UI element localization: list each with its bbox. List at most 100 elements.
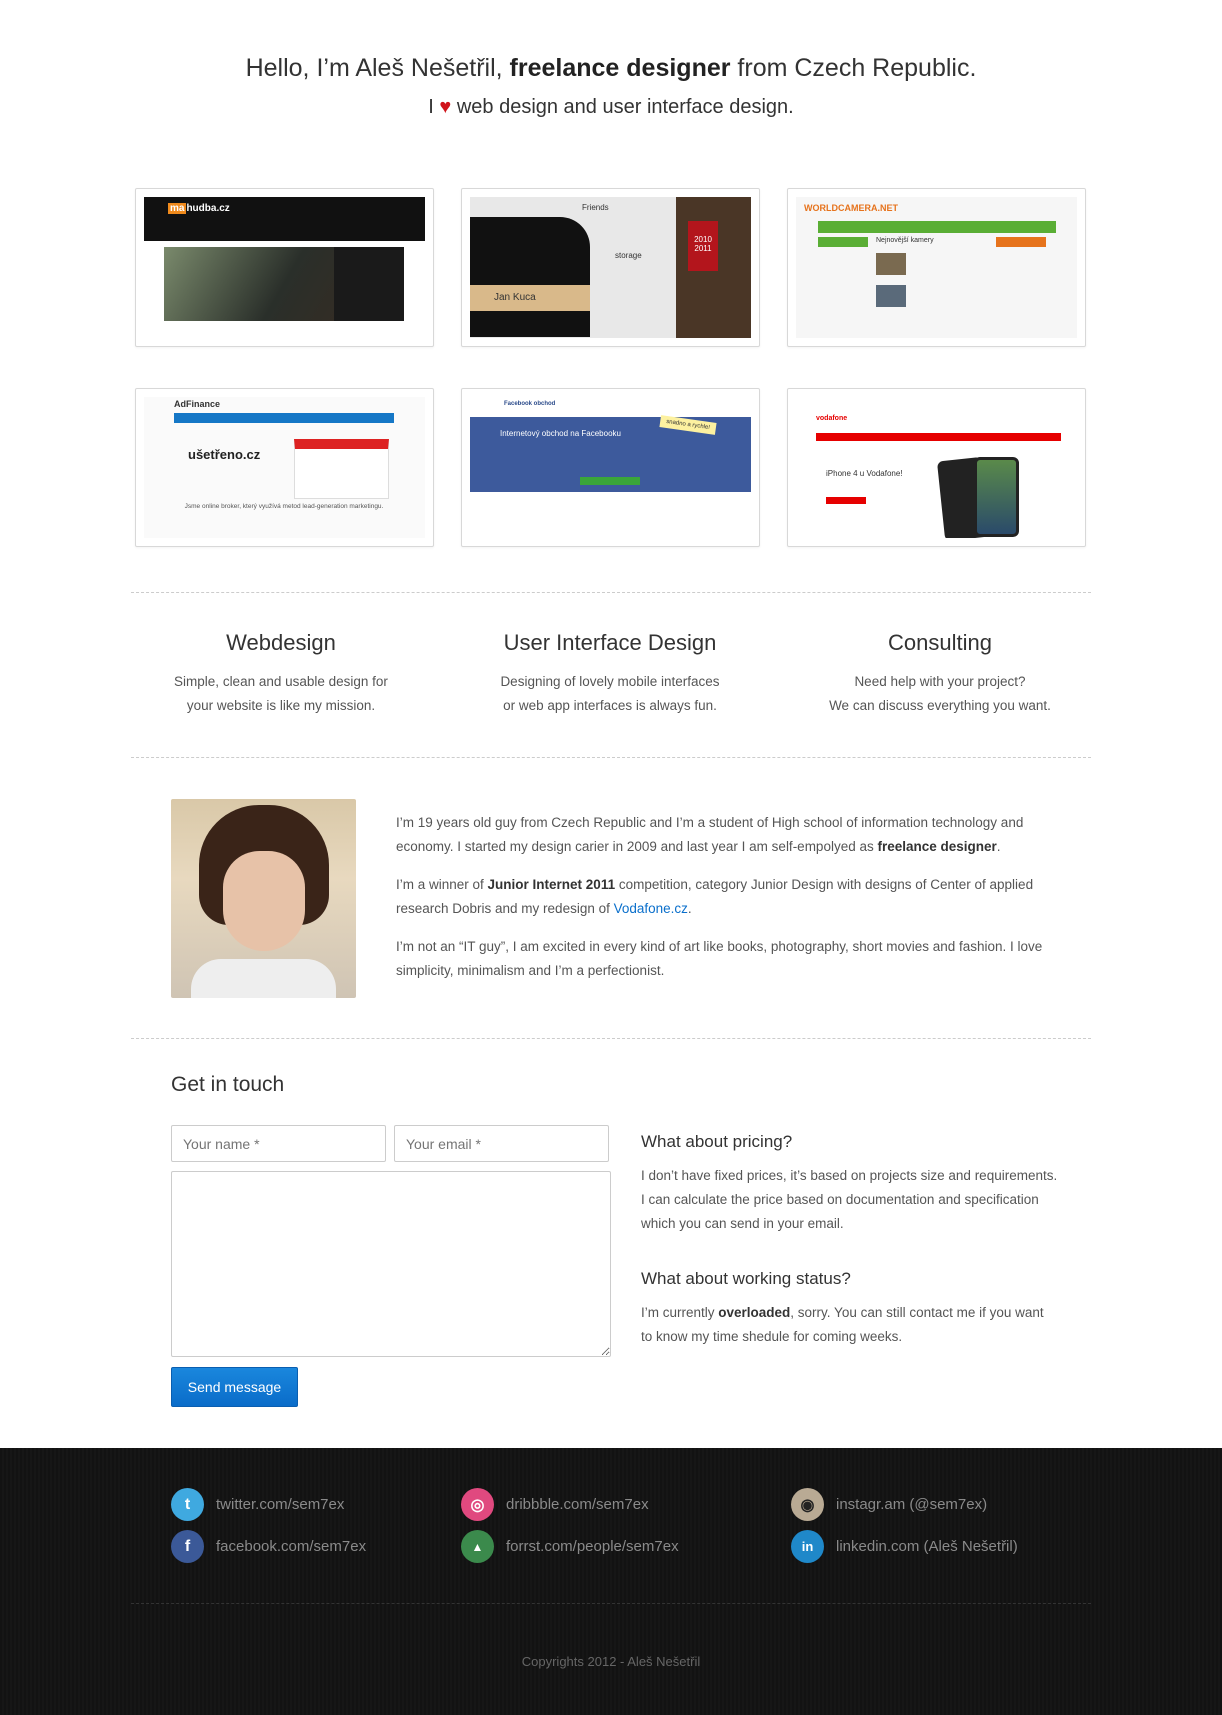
shot-nav <box>816 433 1061 441</box>
service-text: Designing of lovely mobile interfaces <box>500 674 720 689</box>
about-bold: Junior Internet 2011 <box>487 877 616 892</box>
shot-logo: AdFinance <box>174 399 221 409</box>
forrst-link[interactable]: ▲ forrst.com/people/sem7ex <box>461 1530 679 1563</box>
shot-tagline: Jsme online broker, který využívá metod … <box>184 503 384 510</box>
shot-sidebar <box>334 247 404 321</box>
social-label: dribbble.com/sem7ex <box>506 1496 649 1513</box>
instagram-icon: ◉ <box>791 1488 824 1521</box>
shot-nav <box>174 413 394 423</box>
service-text: Simple, clean and usable design for <box>174 674 388 689</box>
dribbble-link[interactable]: ◎ dribbble.com/sem7ex <box>461 1488 649 1521</box>
pricing-text: which you can send in your email. <box>641 1216 844 1231</box>
portfolio-item-worldcamera[interactable]: WORLDCAMERA.NET Nejnovější kamery <box>787 188 1086 347</box>
subtitle-i: I <box>428 96 440 118</box>
status-span: I’m currently <box>641 1305 719 1320</box>
shot-caption: Jan Kuca <box>470 285 590 311</box>
portfolio-item-adfinance[interactable]: AdFinance ušetřeno.cz Jsme online broker… <box>135 388 434 547</box>
shot-nav <box>818 221 1056 233</box>
social-label: forrst.com/people/sem7ex <box>506 1538 679 1555</box>
shot-button <box>826 497 866 504</box>
hero-title: Hello, I’m Aleš Nešetřil, freelance desi… <box>0 54 1222 83</box>
shot-heading: Nejnovější kamery <box>876 237 934 244</box>
divider <box>131 1038 1091 1039</box>
portfolio-item-vodafone[interactable]: vodafone iPhone 4 u Vodafone! <box>787 388 1086 547</box>
shot-year-ribbon: 2010 2011 <box>688 221 718 271</box>
shot-photo <box>876 253 906 275</box>
shot-logo: Facebook obchod <box>504 401 556 407</box>
twitter-icon: t <box>171 1488 204 1521</box>
about-text-span: . <box>996 839 1001 854</box>
facebook-link[interactable]: f facebook.com/sem7ex <box>171 1530 366 1563</box>
subtitle-text: web design and user interface design. <box>451 96 794 118</box>
vodafone-link[interactable]: Vodafone.cz <box>614 901 688 916</box>
hero-subtitle: I ♥ web design and user interface design… <box>0 96 1222 119</box>
shot-photo <box>876 285 906 307</box>
service-text: or web app interfaces is always fun. <box>503 698 717 713</box>
service-webdesign: Webdesign Simple, clean and usable design… <box>121 630 441 718</box>
shot-phone <box>470 217 590 337</box>
hero-text: Hello, I’m Aleš Nešetřil, <box>245 54 510 82</box>
footer: t twitter.com/sem7ex ◎ dribbble.com/sem7ex… <box>0 1448 1222 1715</box>
heart-icon: ♥ <box>439 96 452 118</box>
name-input[interactable] <box>171 1125 386 1162</box>
service-text: your website is like my mission. <box>186 698 376 713</box>
copyright: Copyrights 2012 - Aleš Nešetřil <box>521 1654 701 1669</box>
dribbble-icon: ◎ <box>461 1488 494 1521</box>
social-label: instagr.am (@sem7ex) <box>836 1496 988 1513</box>
portfolio-item-facebook-shop[interactable]: Facebook obchod Internetový obchod na Fa… <box>461 388 760 547</box>
service-title: Consulting <box>888 630 992 655</box>
email-input[interactable] <box>394 1125 609 1162</box>
photo-shirt <box>191 959 336 998</box>
instagram-link[interactable]: ◉ instagr.am (@sem7ex) <box>791 1488 987 1521</box>
pricing-title: What about pricing? <box>641 1132 793 1151</box>
about-text: I’m 19 years old guy from Czech Republic… <box>396 811 1056 997</box>
status-text: I’m currently overloaded, sorry. You can… <box>641 1301 1061 1325</box>
hero-bold: freelance designer <box>509 54 731 82</box>
shot-button <box>580 477 640 485</box>
about-text-span: . <box>687 901 692 916</box>
forrst-icon: ▲ <box>461 1530 494 1563</box>
about-paragraph: I’m 19 years old guy from Czech Republic… <box>396 811 1056 859</box>
pricing-section: What about pricing? I don’t have fixed p… <box>641 1132 1061 1236</box>
shot-box <box>996 237 1046 247</box>
shot-preview <box>294 439 389 499</box>
photo-face <box>223 851 305 951</box>
service-text: We can discuss everything you want. <box>829 698 1051 713</box>
about-paragraph: I’m not an “IT guy”, I am excited in eve… <box>396 939 1043 978</box>
shot-logo-ma: ma <box>168 203 187 214</box>
facebook-icon: f <box>171 1530 204 1563</box>
profile-photo <box>171 799 356 998</box>
status-section: What about working status? I’m currently… <box>641 1269 1061 1349</box>
linkedin-icon: in <box>791 1530 824 1563</box>
service-title: User Interface Design <box>503 630 717 655</box>
shot-logo: vodafone <box>816 415 848 422</box>
divider <box>131 592 1091 593</box>
linkedin-link[interactable]: in linkedin.com (Aleš Nešetřil) <box>791 1530 1018 1563</box>
status-text: to know my time shedule for coming weeks… <box>641 1329 903 1344</box>
service-ui-design: User Interface Design Designing of lovely… <box>450 630 770 718</box>
shot-logo: ma hudba.cz <box>168 203 230 214</box>
service-text: Need help with your project? <box>854 674 1026 689</box>
hero-text-end: from Czech Republic. <box>730 54 977 82</box>
shot-brand: ušetřeno.cz <box>188 447 261 462</box>
divider <box>131 757 1091 758</box>
send-message-button[interactable]: Send message <box>171 1367 298 1407</box>
shot-side <box>818 237 868 247</box>
status-title: What about working status? <box>641 1269 851 1288</box>
contact-title: Get in touch <box>171 1073 285 1096</box>
message-textarea[interactable] <box>171 1171 611 1357</box>
social-label: facebook.com/sem7ex <box>216 1538 367 1555</box>
status-bold: overloaded <box>718 1305 791 1320</box>
shot-headline: iPhone 4 u Vodafone! <box>826 469 903 478</box>
portfolio-item-iphone-app[interactable]: Jan Kuca Friends storage 2010 2011 <box>461 188 760 347</box>
status-span: , sorry. You can still contact me if you… <box>790 1305 1044 1320</box>
portfolio-item-mahudba[interactable]: ma hudba.cz <box>135 188 434 347</box>
pricing-text: I can calculate the price based on docum… <box>641 1192 1039 1207</box>
social-label: linkedin.com (Aleš Nešetřil) <box>836 1538 1018 1555</box>
service-consulting: Consulting Need help with your project? We… <box>780 630 1100 718</box>
service-title: Webdesign <box>226 630 336 655</box>
twitter-link[interactable]: t twitter.com/sem7ex <box>171 1488 344 1521</box>
shot-phone <box>974 457 1019 537</box>
shot-friends: Friends <box>582 203 609 212</box>
shot-storage: storage <box>615 251 642 260</box>
